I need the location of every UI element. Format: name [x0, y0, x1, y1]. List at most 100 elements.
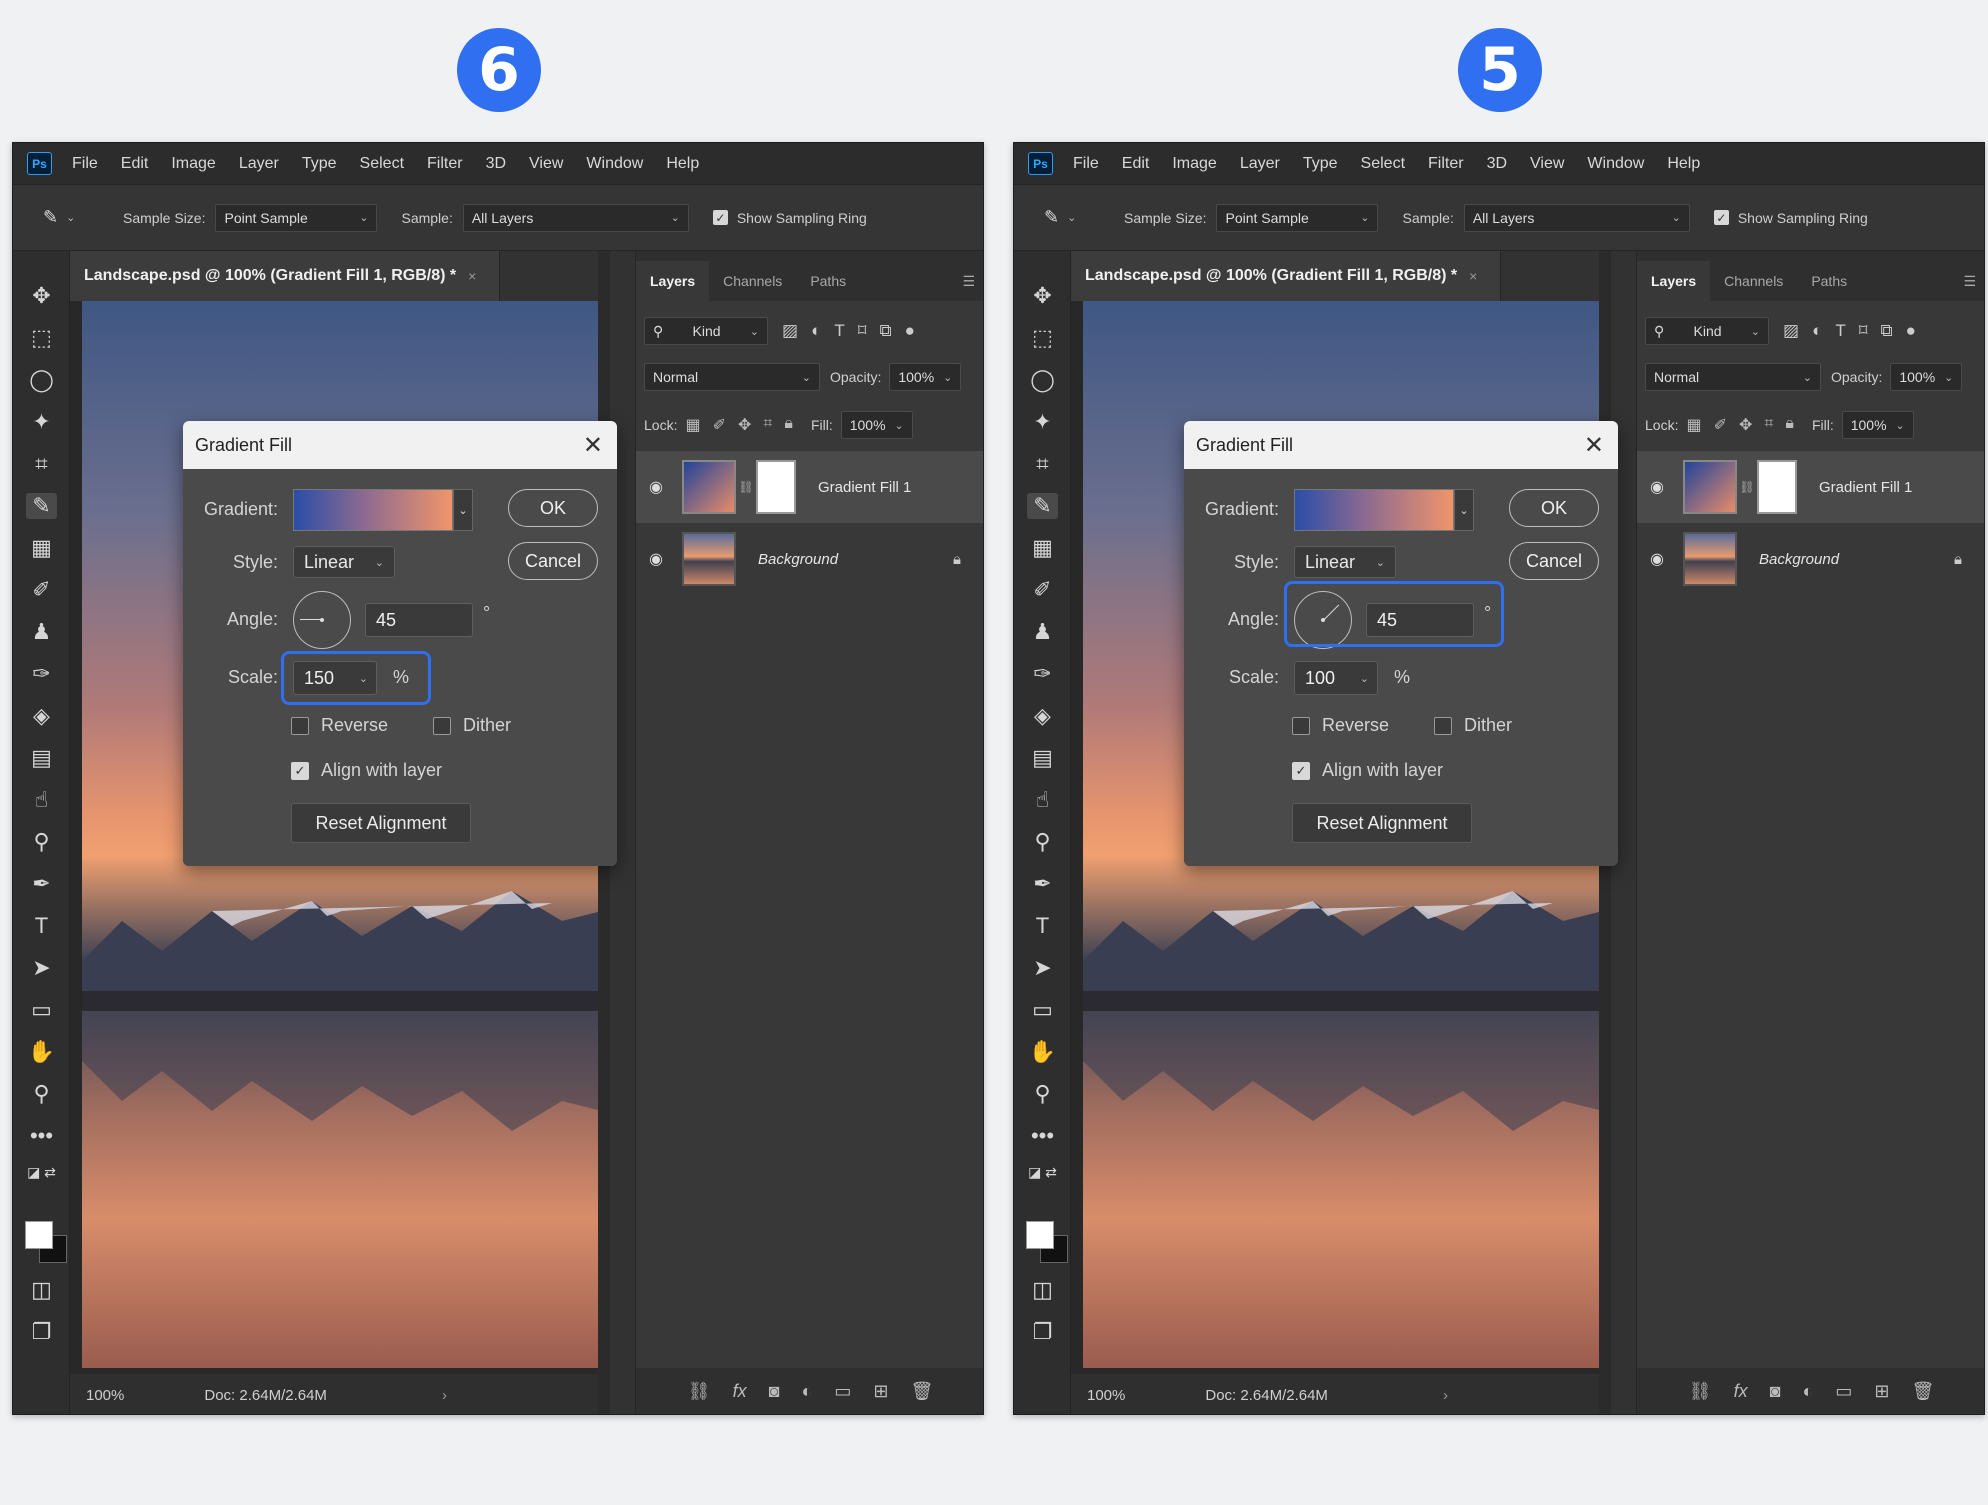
menu-file[interactable]: File [72, 155, 98, 173]
eyedropper-tool-preset-icon[interactable]: ✎ ⌄ [43, 203, 83, 233]
filter-toggle-icon[interactable]: ● [905, 321, 915, 341]
lock-artboard-icon[interactable]: ⌗ [1764, 415, 1773, 435]
gradient-layer-thumbnail[interactable] [682, 460, 736, 514]
move-tool-icon[interactable]: ✥ [1014, 279, 1071, 313]
menu-layer[interactable]: Layer [239, 155, 279, 173]
quick-select-tool-icon[interactable]: ✦ [1014, 405, 1071, 439]
screen-mode-icon[interactable]: ❐ [13, 1315, 70, 1349]
layer-row-background[interactable]: ◉ Background 🔒︎ [636, 523, 983, 595]
visibility-eye-icon[interactable]: ◉ [636, 477, 676, 497]
adjustment-filter-icon[interactable]: ◐ [811, 321, 821, 341]
type-tool-icon[interactable]: T [1014, 909, 1071, 943]
lock-all-icon[interactable]: 🔒︎ [784, 415, 793, 435]
menu-window[interactable]: Window [586, 155, 643, 173]
menu-layer[interactable]: Layer [1240, 155, 1280, 173]
lock-all-icon[interactable]: 🔒︎ [1785, 415, 1794, 435]
gradient-preview-swatch[interactable] [293, 489, 453, 531]
crop-tool-icon[interactable]: ⌗ [1014, 447, 1071, 481]
new-layer-icon[interactable]: ⊞ [873, 1381, 888, 1402]
more-tools-icon[interactable]: ••• [13, 1119, 70, 1153]
marquee-tool-icon[interactable]: ⬚ [13, 321, 70, 355]
cancel-button[interactable]: Cancel [508, 542, 598, 580]
visibility-eye-icon[interactable]: ◉ [1637, 477, 1677, 497]
hand-tool-icon[interactable]: ✋ [13, 1035, 70, 1069]
quick-mask-icon[interactable]: ◫ [13, 1273, 70, 1307]
align-with-layer-checkbox[interactable]: ✓ [291, 762, 309, 780]
smart-object-filter-icon[interactable]: ⧉ [1880, 321, 1892, 341]
link-icon[interactable]: ⛓ [1737, 480, 1757, 494]
lock-pixels-icon[interactable]: ✐ [1714, 415, 1727, 435]
link-layers-icon[interactable]: ⛓ [1689, 1381, 1712, 1402]
background-layer-thumbnail[interactable] [682, 532, 736, 586]
menu-select[interactable]: Select [360, 155, 404, 173]
dodge-tool-icon[interactable]: ⚲ [1014, 825, 1071, 859]
kind-filter-select[interactable]: ⚲ Kind ⌄ [644, 317, 768, 345]
eraser-tool-icon[interactable]: ◈ [1014, 699, 1071, 733]
ok-button[interactable]: OK [1509, 489, 1599, 527]
angle-input[interactable]: 45 [365, 603, 473, 637]
zoom-level[interactable]: 100% [1087, 1387, 1125, 1404]
move-tool-icon[interactable]: ✥ [13, 279, 70, 313]
show-sampling-ring-checkbox[interactable]: ✓ [1713, 210, 1729, 225]
layer-name[interactable]: Background [758, 551, 838, 568]
healing-brush-tool-icon[interactable]: ▦ [1014, 531, 1071, 565]
menu-edit[interactable]: Edit [121, 155, 149, 173]
style-select[interactable]: Linear ⌄ [1294, 546, 1396, 578]
smart-object-filter-icon[interactable]: ⧉ [879, 321, 891, 341]
gradient-layer-thumbnail[interactable] [1683, 460, 1737, 514]
visibility-eye-icon[interactable]: ◉ [636, 549, 676, 569]
fill-input[interactable]: 100% ⌄ [840, 411, 913, 439]
reverse-checkbox[interactable] [291, 717, 309, 735]
tab-paths[interactable]: Paths [796, 261, 860, 301]
lock-pixels-icon[interactable]: ✐ [713, 415, 726, 435]
fill-input[interactable]: 100% ⌄ [1841, 411, 1914, 439]
panel-menu-icon[interactable]: ☰ [1963, 273, 1976, 290]
close-icon[interactable]: ✕ [583, 431, 603, 460]
reverse-checkbox[interactable] [1292, 717, 1310, 735]
eraser-tool-icon[interactable]: ◈ [13, 699, 70, 733]
close-tab-icon[interactable]: × [468, 268, 476, 284]
group-folder-icon[interactable]: ▭ [834, 1381, 851, 1402]
default-colors-icon[interactable]: ◪ ⇄ [13, 1155, 70, 1189]
type-filter-icon[interactable]: T [834, 321, 844, 341]
add-mask-icon[interactable]: ◙ [1770, 1381, 1781, 1402]
lock-icon[interactable]: 🔒︎ [1954, 551, 1962, 568]
marquee-tool-icon[interactable]: ⬚ [1014, 321, 1071, 355]
angle-dial[interactable] [293, 591, 351, 649]
lock-position-icon[interactable]: ✥ [738, 415, 751, 435]
foreground-color-swatch[interactable] [25, 1221, 53, 1249]
menu-view[interactable]: View [1530, 155, 1564, 173]
menu-file[interactable]: File [1073, 155, 1099, 173]
eyedropper-tool-preset-icon[interactable]: ✎ ⌄ [1044, 203, 1084, 233]
foreground-color-swatch[interactable] [1026, 1221, 1054, 1249]
new-layer-icon[interactable]: ⊞ [1874, 1381, 1889, 1402]
zoom-tool-icon[interactable]: ⚲ [1014, 1077, 1071, 1111]
crop-tool-icon[interactable]: ⌗ [13, 447, 70, 481]
filter-toggle-icon[interactable]: ● [1906, 321, 1916, 341]
sample-select[interactable]: All Layers ⌄ [1463, 203, 1690, 232]
more-tools-icon[interactable]: ••• [1014, 1119, 1071, 1153]
group-folder-icon[interactable]: ▭ [1835, 1381, 1852, 1402]
menu-filter[interactable]: Filter [1428, 155, 1464, 173]
gradient-tool-icon[interactable]: ▤ [13, 741, 70, 775]
adjustment-layer-icon[interactable]: ◐ [1802, 1381, 1813, 1402]
tab-layers[interactable]: Layers [636, 261, 710, 301]
type-filter-icon[interactable]: T [1835, 321, 1845, 341]
close-tab-icon[interactable]: × [1469, 268, 1477, 284]
layer-row-gradient-fill[interactable]: ◉ ⛓ Gradient Fill 1 [1637, 451, 1984, 523]
lock-position-icon[interactable]: ✥ [1739, 415, 1752, 435]
style-select[interactable]: Linear ⌄ [293, 546, 395, 578]
link-icon[interactable]: ⛓ [736, 480, 756, 494]
add-mask-icon[interactable]: ◙ [769, 1381, 780, 1402]
history-brush-tool-icon[interactable]: ✑ [1014, 657, 1071, 691]
link-layers-icon[interactable]: ⛓ [688, 1381, 711, 1402]
delete-layer-icon[interactable]: 🗑︎ [1911, 1381, 1934, 1402]
hand-tool-icon[interactable]: ✋ [1014, 1035, 1071, 1069]
rectangle-tool-icon[interactable]: ▭ [13, 993, 70, 1027]
smudge-tool-icon[interactable]: ☝ [1014, 783, 1071, 817]
layer-name[interactable]: Gradient Fill 1 [1819, 479, 1912, 496]
status-expand-icon[interactable]: › [442, 1387, 447, 1404]
adjustment-filter-icon[interactable]: ◐ [1812, 321, 1822, 341]
type-tool-icon[interactable]: T [13, 909, 70, 943]
dodge-tool-icon[interactable]: ⚲ [13, 825, 70, 859]
